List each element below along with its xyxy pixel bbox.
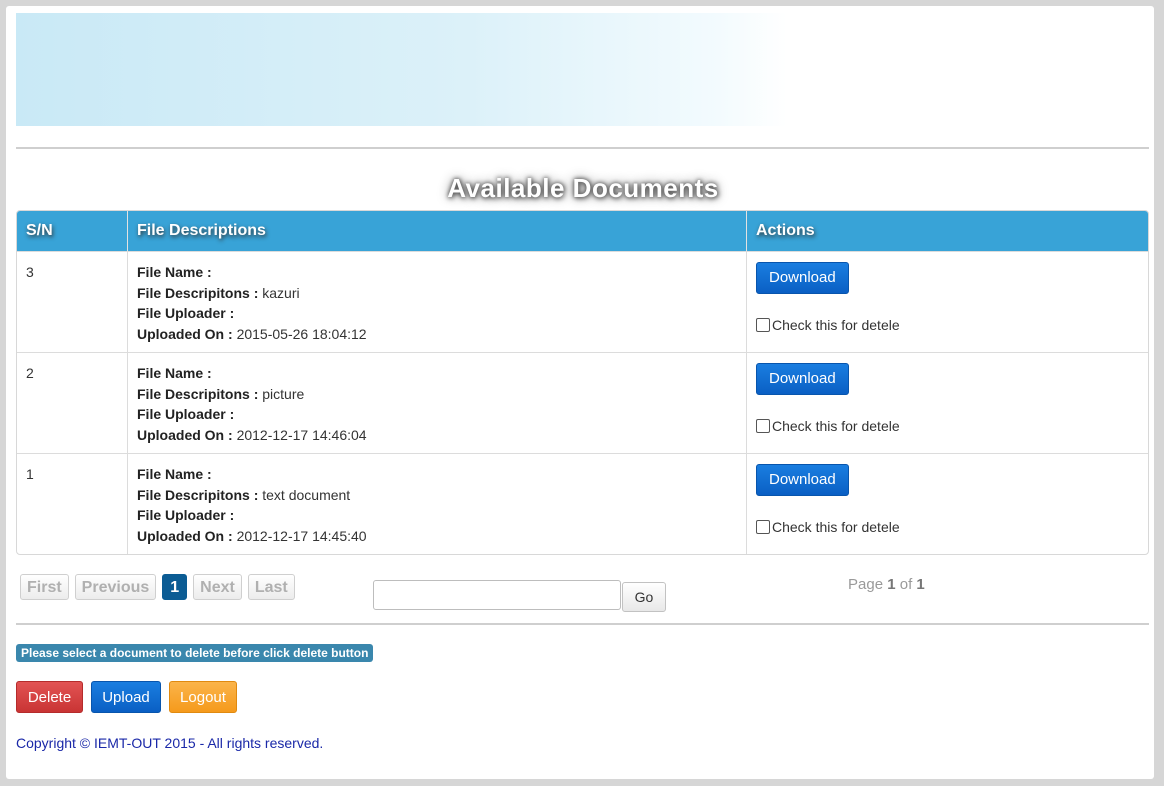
value-uploaded-on: 2012-12-17 14:45:40 — [236, 527, 367, 544]
label-file-uploader: File Uploader : — [137, 406, 235, 422]
cell-description: File Name : File Descripitons : text doc… — [127, 453, 746, 554]
delete-checkbox-row[interactable]: Check this for detele — [756, 416, 1139, 437]
pager-next-button[interactable]: Next — [193, 574, 242, 600]
cell-description: File Name : File Descripitons : kazuri F… — [127, 251, 746, 352]
label-file-uploader: File Uploader : — [137, 507, 235, 523]
value-uploaded-on: 2012-12-17 14:46:04 — [236, 426, 367, 443]
delete-checkbox[interactable] — [756, 520, 770, 535]
of-word: of — [899, 576, 913, 593]
cell-actions: Download Check this for detele — [746, 251, 1148, 352]
label-file-descriptions: File Descripitons : — [137, 486, 259, 503]
label-file-name: File Name : — [137, 365, 212, 381]
delete-checkbox-label: Check this for detele — [772, 519, 900, 535]
label-file-descriptions: File Descripitons : — [137, 385, 259, 402]
label-file-name: File Name : — [137, 264, 212, 280]
cell-actions: Download Check this for detele — [746, 352, 1148, 453]
delete-checkbox-label: Check this for detele — [772, 418, 900, 434]
delete-checkbox-row[interactable]: Check this for detele — [756, 315, 1139, 336]
divider-bottom — [16, 623, 1149, 625]
pager-previous-button[interactable]: Previous — [74, 574, 157, 600]
pager-first-button[interactable]: First — [20, 574, 69, 600]
pager-last-button[interactable]: Last — [247, 574, 295, 600]
label-file-uploader: File Uploader : — [137, 305, 235, 321]
delete-checkbox-row[interactable]: Check this for detele — [756, 517, 1139, 538]
cell-sn: 1 — [17, 453, 127, 554]
download-button[interactable]: Download — [756, 262, 849, 294]
label-file-descriptions: File Descripitons : — [137, 284, 259, 301]
label-uploaded-on: Uploaded On : — [137, 527, 233, 544]
page-frame: Available Documents S/N File Description… — [6, 6, 1154, 779]
page-title: Available Documents — [447, 173, 719, 203]
value-description: text document — [262, 486, 351, 503]
value-description: picture — [262, 385, 305, 402]
cell-sn: 3 — [17, 251, 127, 352]
value-description: kazuri — [262, 284, 300, 301]
download-button[interactable]: Download — [756, 464, 849, 496]
page-total-number: 1 — [916, 576, 925, 593]
footer-copyright: Copyright © IEMT-OUT 2015 - All rights r… — [16, 735, 324, 751]
table-row: 3 File Name : File Descripitons : kazuri… — [17, 251, 1148, 352]
goto-page-input[interactable] — [373, 580, 621, 610]
cell-sn: 2 — [17, 352, 127, 453]
pager-current-page[interactable]: 1 — [162, 574, 188, 600]
header-actions: Actions — [746, 211, 1148, 251]
label-uploaded-on: Uploaded On : — [137, 426, 233, 443]
value-uploaded-on: 2015-05-26 18:04:12 — [236, 325, 367, 342]
download-button[interactable]: Download — [756, 363, 849, 395]
label-file-name: File Name : — [137, 466, 212, 482]
delete-checkbox[interactable] — [756, 419, 770, 434]
page-current-number: 1 — [887, 576, 896, 593]
divider-top — [16, 147, 1149, 149]
header-sn: S/N — [17, 211, 127, 251]
header-file-descriptions: File Descriptions — [127, 211, 746, 251]
delete-notice-badge: Please select a document to delete befor… — [16, 644, 374, 662]
documents-table: S/N File Descriptions Actions 3 File Nam… — [16, 210, 1149, 555]
table-row: 2 File Name : File Descripitons : pictur… — [17, 352, 1148, 453]
go-button[interactable]: Go — [622, 582, 666, 612]
delete-button[interactable]: Delete — [16, 681, 83, 713]
label-uploaded-on: Uploaded On : — [137, 325, 233, 342]
table-row: 1 File Name : File Descripitons : text d… — [17, 453, 1148, 554]
header-banner — [16, 13, 1150, 126]
cell-description: File Name : File Descripitons : picture … — [127, 352, 746, 453]
delete-checkbox[interactable] — [756, 318, 770, 333]
delete-checkbox-label: Check this for detele — [772, 317, 900, 333]
cell-actions: Download Check this for detele — [746, 453, 1148, 554]
page-word: Page — [848, 576, 884, 593]
page-info: Page 1 of 1 — [848, 576, 925, 593]
pagination: First Previous 1 Next Last — [20, 574, 295, 600]
upload-button[interactable]: Upload — [91, 681, 161, 713]
logout-button[interactable]: Logout — [169, 681, 237, 713]
table-header-row: S/N File Descriptions Actions — [17, 211, 1148, 251]
